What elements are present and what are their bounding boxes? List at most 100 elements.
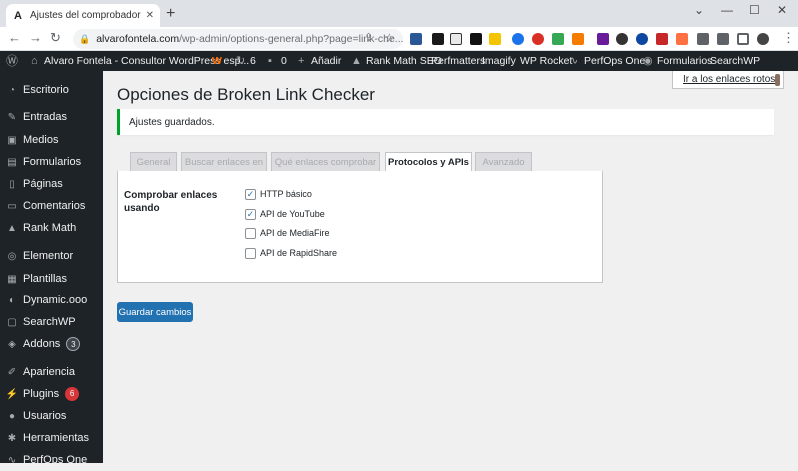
- sidebar-item-formularios[interactable]: ▤ Formularios: [0, 151, 103, 173]
- add-new-menu[interactable]: Añadir: [311, 51, 341, 71]
- checkbox-unchecked[interactable]: [245, 227, 256, 239]
- admin-bar-searchwp[interactable]: SearchWP: [710, 51, 760, 71]
- close-tab-icon[interactable]: ✕: [146, 10, 154, 21]
- tab-que-enlaces[interactable]: Qué enlaces comprobar: [271, 152, 380, 172]
- extension-icon[interactable]: [470, 33, 482, 45]
- forms-icon: ◉: [643, 55, 653, 67]
- new-tab-icon[interactable]: +: [166, 6, 175, 22]
- profile-avatar[interactable]: [757, 33, 769, 45]
- tools-icon: ✱: [7, 432, 17, 444]
- bookmark-star-icon[interactable]: ☆: [384, 31, 395, 45]
- sidebar-item-elementor[interactable]: ◎ Elementor: [0, 245, 103, 267]
- updates-icon[interactable]: ↻: [236, 51, 245, 71]
- checkbox-checked[interactable]: ✓: [245, 188, 256, 200]
- browser-tab[interactable]: A Ajustes del comprobador de enlaces ✕: [6, 4, 160, 27]
- back-icon[interactable]: ←: [8, 31, 21, 45]
- share-icon[interactable]: ⇪: [364, 31, 373, 45]
- sidebar-item-label: Escritorio: [23, 84, 69, 96]
- option-rapidshare-api[interactable]: API de RapidShare: [245, 247, 337, 259]
- checkbox-unchecked[interactable]: [245, 247, 256, 259]
- sidebar-item-label: SearchWP: [23, 316, 76, 328]
- tab-protocolos-apis[interactable]: Protocolos y APIs: [385, 152, 472, 172]
- wordpress-logo-icon[interactable]: Ⓦ: [6, 51, 18, 71]
- option-youtube-api[interactable]: ✓ API de YouTube: [245, 208, 325, 220]
- forward-icon[interactable]: →: [29, 31, 42, 45]
- extension-icon[interactable]: [552, 33, 564, 45]
- minimize-icon[interactable]: —: [721, 3, 733, 17]
- sidebar-item-perfops[interactable]: ∿ PerfOps One: [0, 449, 103, 471]
- admin-bar-imagify[interactable]: Imagify: [482, 51, 516, 71]
- sidebar-item-label: Addons: [23, 338, 61, 350]
- extension-icon[interactable]: [432, 33, 444, 45]
- browser-tabstrip: A Ajustes del comprobador de enlaces ✕ +…: [0, 0, 798, 27]
- tab-general[interactable]: General: [130, 152, 177, 172]
- tab-avanzado[interactable]: Avanzado: [475, 152, 532, 172]
- sidebar-item-label: Plantillas: [23, 273, 68, 285]
- broken-links-link-box[interactable]: Ir a los enlaces rotos: [672, 71, 784, 89]
- close-window-icon[interactable]: ✕: [777, 3, 787, 17]
- sidebar-item-paginas[interactable]: ▯ Páginas: [0, 173, 103, 195]
- extension-icon[interactable]: [512, 33, 524, 45]
- extension-icon[interactable]: [489, 33, 501, 45]
- admin-bar-formularios[interactable]: Formularios: [657, 51, 712, 71]
- page-title: Opciones de Broken Link Checker: [117, 85, 375, 104]
- sidebar-item-comentarios[interactable]: ▭ Comentarios: [0, 195, 103, 217]
- extension-icon[interactable]: [572, 33, 584, 45]
- addons-icon: ◈: [8, 338, 16, 350]
- checkbox-checked[interactable]: ✓: [245, 208, 256, 220]
- extension-icon[interactable]: [410, 33, 422, 45]
- sidebar-item-label: Medios: [23, 134, 59, 146]
- address-bar[interactable]: 🔒 alvarofontela.com /wp-admin/options-ge…: [73, 29, 403, 49]
- sidebar-item-apariencia[interactable]: ✐ Apariencia: [0, 361, 103, 383]
- reload-icon[interactable]: ↻: [50, 31, 61, 45]
- save-button[interactable]: Guardar cambios: [117, 302, 193, 322]
- chevron-down-icon[interactable]: ⌄: [694, 3, 704, 17]
- extension-icon[interactable]: [616, 33, 628, 45]
- comments-count[interactable]: 0: [281, 51, 287, 71]
- tab-buscar-enlaces[interactable]: Buscar enlaces en: [181, 152, 267, 172]
- extension-icon[interactable]: [636, 33, 648, 45]
- option-mediafire-api[interactable]: API de MediaFire: [245, 227, 330, 239]
- browser-menu-icon[interactable]: ⋮: [782, 30, 795, 46]
- admin-bar-perfops[interactable]: PerfOps One: [584, 51, 645, 71]
- sidebar-item-plugins[interactable]: ⚡ Plugins 6: [0, 383, 103, 405]
- sidebar-item-label: PerfOps One: [23, 454, 88, 466]
- addons-count-badge: 3: [66, 337, 81, 351]
- sidebar-item-label: Entradas: [23, 111, 68, 123]
- sidebar-item-searchwp[interactable]: ▢ SearchWP: [0, 311, 103, 333]
- updates-count[interactable]: 6: [250, 51, 256, 71]
- sidebar-toggle-icon[interactable]: [737, 33, 749, 45]
- media-control-icon[interactable]: [717, 33, 729, 45]
- extension-icon[interactable]: [532, 33, 544, 45]
- extension-icon[interactable]: [450, 33, 462, 45]
- sidebar-item-escritorio[interactable]: ◔ Escritorio: [0, 79, 103, 101]
- sidebar-item-usuarios[interactable]: ● Usuarios: [0, 405, 103, 427]
- wp-rocket-icon[interactable]: W: [212, 51, 222, 71]
- option-label: API de RapidShare: [260, 248, 338, 258]
- extension-icon[interactable]: [676, 33, 688, 45]
- admin-bar-perfmatters[interactable]: Perfmatters: [431, 51, 485, 71]
- appearance-icon: ✐: [7, 366, 17, 378]
- extension-icon[interactable]: [597, 33, 609, 45]
- sidebar-item-herramientas[interactable]: ✱ Herramientas: [0, 427, 103, 449]
- admin-sidebar: ◔ Escritorio ✎ Entradas ▣ Medios ▤ Formulari…: [0, 71, 103, 466]
- admin-bar-wp-rocket[interactable]: WP Rocket: [520, 51, 572, 71]
- sidebar-item-dynamic[interactable]: ◐ Dynamic.ooo: [0, 289, 103, 311]
- sidebar-item-addons[interactable]: ◈ Addons 3: [0, 333, 103, 355]
- sidebar-item-entradas[interactable]: ✎ Entradas: [0, 106, 103, 128]
- sidebar-item-label: Rank Math: [23, 222, 77, 234]
- extensions-puzzle-icon[interactable]: [697, 33, 709, 45]
- comments-icon: ▭: [7, 200, 17, 212]
- plugins-count-badge: 6: [65, 387, 80, 401]
- sidebar-item-plantillas[interactable]: ▦ Plantillas: [0, 268, 103, 290]
- extension-icon[interactable]: [656, 33, 668, 45]
- avatar: [775, 73, 780, 86]
- templates-icon: ▦: [7, 273, 17, 285]
- comments-icon[interactable]: ▪: [268, 51, 272, 71]
- sidebar-item-medios[interactable]: ▣ Medios: [0, 129, 103, 151]
- option-http-basico[interactable]: ✓ HTTP básico: [245, 188, 312, 200]
- sidebar-item-rank-math[interactable]: ▲ Rank Math: [0, 217, 103, 239]
- go-to-broken-links-link[interactable]: Ir a los enlaces rotos: [683, 74, 775, 85]
- media-icon: ▣: [7, 134, 17, 146]
- maximize-icon[interactable]: ☐: [749, 3, 760, 17]
